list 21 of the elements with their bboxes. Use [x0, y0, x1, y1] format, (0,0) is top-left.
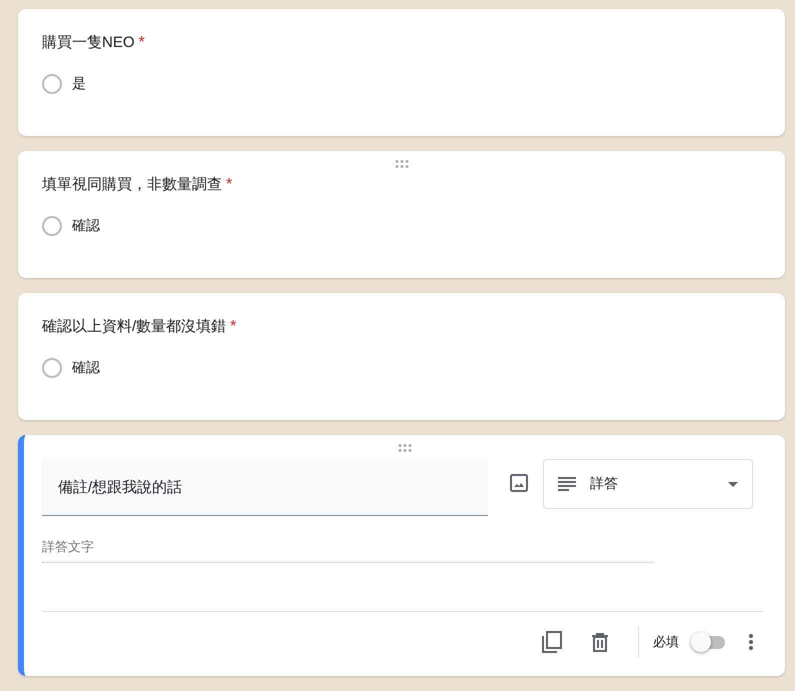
radio-button[interactable]	[42, 74, 62, 94]
question-title-field[interactable]: 備註/想跟我說的話	[42, 459, 488, 516]
option-label: 是	[72, 75, 86, 93]
answer-field: 詳答文字	[42, 538, 654, 563]
radio-button[interactable]	[42, 216, 62, 236]
question-title: 確認以上資料/數量都沒填錯	[42, 317, 226, 336]
required-asterisk: *	[226, 176, 232, 194]
required-asterisk: *	[138, 34, 145, 52]
required-toggle[interactable]	[691, 632, 727, 652]
question-title: 購買一隻NEO	[42, 33, 135, 52]
required-asterisk: *	[230, 318, 236, 336]
drag-handle-icon[interactable]	[394, 159, 410, 169]
required-label: 必填	[653, 633, 679, 651]
question-type-dropdown[interactable]: 詳答	[543, 459, 753, 509]
paragraph-icon	[558, 477, 576, 491]
caret-icon	[728, 482, 738, 486]
option-label: 確認	[72, 217, 100, 235]
question-title: 填單視同購買，非數量調查	[42, 175, 222, 194]
drag-handle-icon[interactable]	[396, 443, 412, 453]
radio-button[interactable]	[42, 358, 62, 378]
option-label: 確認	[72, 359, 100, 377]
